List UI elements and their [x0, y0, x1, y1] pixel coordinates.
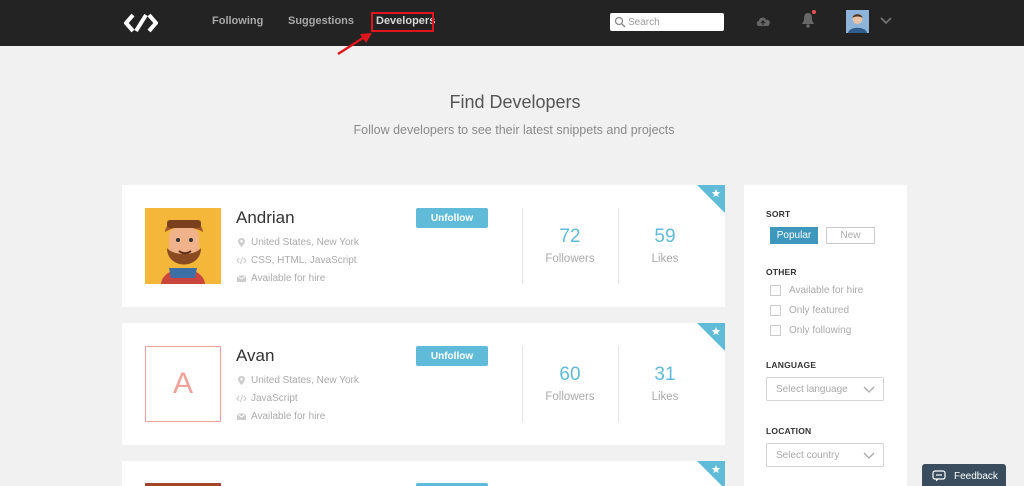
envelope-icon: [236, 413, 247, 420]
cloud-upload-icon[interactable]: [755, 14, 771, 28]
checkbox-label: Available for hire: [789, 285, 864, 296]
code-icon: [236, 394, 247, 403]
checkbox[interactable]: [770, 325, 781, 336]
followers-label: Followers: [545, 253, 595, 265]
developers-highlight-box: [371, 12, 434, 32]
checkbox[interactable]: [770, 305, 781, 316]
location-text: United States, New York: [251, 237, 359, 248]
developer-card: A Avan United States, New York JavaScrip…: [122, 323, 725, 445]
filter-sidebar: SORT Popular New OTHER Available for hir…: [744, 185, 907, 486]
logo-icon[interactable]: [124, 12, 158, 34]
location-select[interactable]: Select country: [766, 443, 884, 467]
feedback-label: Feedback: [954, 470, 998, 482]
language-select-placeholder: Select language: [776, 384, 848, 395]
location-text: United States, New York: [251, 375, 359, 386]
developer-skills: CSS, HTML, JavaScript: [236, 255, 357, 266]
filter-available-for-hire[interactable]: Available for hire: [770, 285, 863, 296]
user-photo-icon: [846, 10, 869, 33]
location-heading: LOCATION: [766, 426, 812, 436]
feedback-button[interactable]: Feedback: [922, 464, 1006, 486]
chat-bubble-icon: [932, 470, 946, 482]
nav-following[interactable]: Following: [212, 15, 263, 27]
followers-count[interactable]: 72: [522, 226, 618, 248]
followers-label: Followers: [545, 391, 595, 403]
unfollow-button[interactable]: Unfollow: [416, 208, 488, 228]
checkbox-label: Only featured: [789, 305, 850, 316]
developer-location: United States, New York: [236, 375, 359, 386]
search-icon: [614, 16, 626, 28]
featured-star-icon: [697, 323, 725, 351]
red-arrow-icon: [337, 33, 372, 56]
filter-only-following[interactable]: Only following: [770, 325, 851, 336]
language-select[interactable]: Select language: [766, 377, 884, 401]
chevron-down-icon: [863, 386, 875, 393]
developer-hire-status: Available for hire: [236, 273, 325, 284]
location-select-placeholder: Select country: [776, 450, 840, 461]
search-box[interactable]: [610, 13, 724, 31]
unfollow-button[interactable]: Unfollow: [416, 346, 488, 366]
likes-count: 31: [654, 364, 676, 385]
page-subtitle: Follow developers to see their latest sn…: [353, 123, 675, 137]
likes-label: Likes: [651, 391, 679, 403]
likes-count: 59: [654, 226, 676, 247]
other-heading: OTHER: [766, 267, 797, 277]
code-icon: [236, 256, 247, 265]
language-heading: LANGUAGE: [766, 360, 817, 370]
developer-avatar[interactable]: [145, 208, 221, 284]
nav-suggestions[interactable]: Suggestions: [288, 15, 354, 27]
likes-label: Likes: [651, 253, 679, 265]
checkbox[interactable]: [770, 285, 781, 296]
developer-name[interactable]: Avan: [236, 346, 274, 366]
page-title: Find Developers: [449, 92, 581, 112]
hire-text: Available for hire: [251, 411, 326, 422]
developer-card: [122, 461, 725, 486]
developer-hire-status: Available for hire: [236, 411, 325, 422]
hire-text: Available for hire: [251, 273, 326, 284]
featured-star-icon: [697, 461, 725, 486]
followers-count[interactable]: 60: [522, 364, 618, 386]
developer-avatar[interactable]: A: [145, 346, 221, 422]
filter-only-featured[interactable]: Only featured: [770, 305, 849, 316]
map-pin-icon: [238, 238, 245, 247]
sort-heading: SORT: [766, 209, 791, 219]
featured-star-icon: [697, 185, 725, 213]
developer-skills: JavaScript: [236, 393, 298, 404]
developer-card: Andrian United States, New York CSS, HTM…: [122, 185, 725, 307]
search-input[interactable]: [628, 13, 720, 31]
envelope-icon: [236, 275, 247, 282]
developer-location: United States, New York: [236, 237, 359, 248]
chevron-down-icon[interactable]: [880, 17, 892, 25]
avatar[interactable]: [846, 10, 869, 33]
sort-new-button[interactable]: New: [826, 227, 875, 244]
top-navigation-bar: Following Suggestions Developers: [0, 0, 1024, 46]
skills-text: JavaScript: [251, 393, 298, 404]
notification-dot: [812, 10, 816, 14]
checkbox-label: Only following: [789, 325, 852, 336]
developer-name[interactable]: Andrian: [236, 208, 295, 228]
skills-text: CSS, HTML, JavaScript: [251, 255, 357, 266]
sort-popular-button[interactable]: Popular: [770, 227, 818, 244]
chevron-down-icon: [863, 452, 875, 459]
map-pin-icon: [238, 376, 245, 385]
